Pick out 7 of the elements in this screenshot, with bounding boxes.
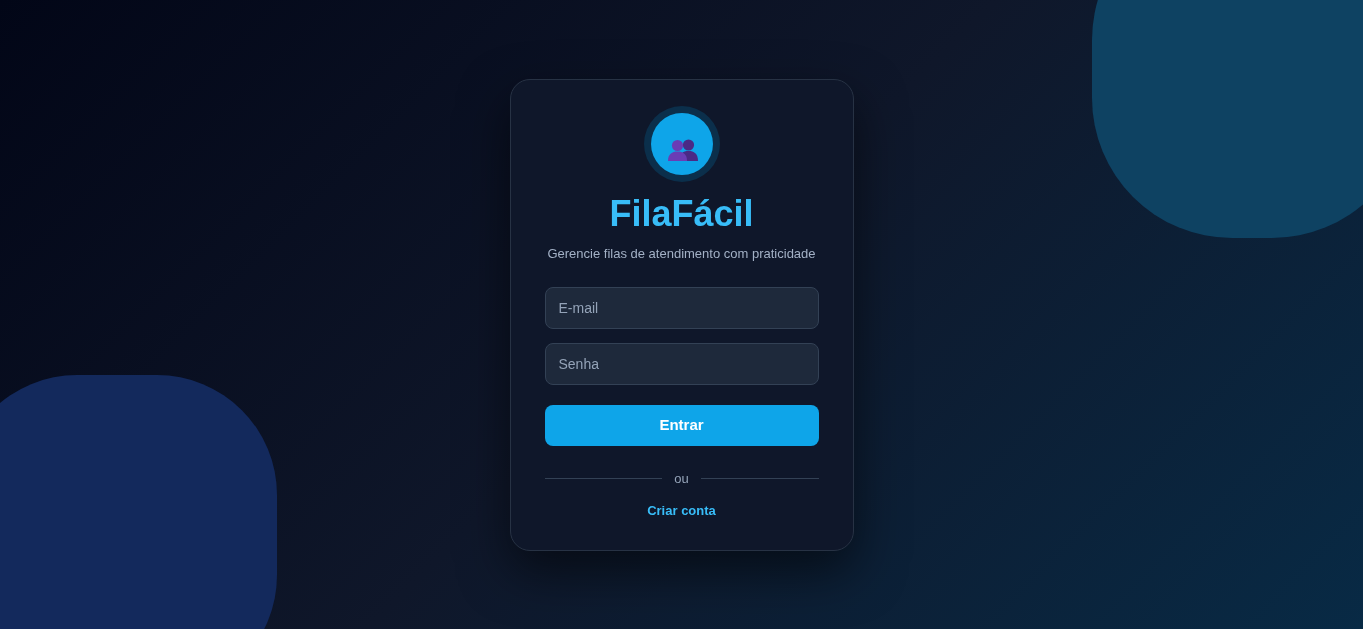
people-logo-icon [643,105,720,182]
divider-label: ou [674,469,689,488]
app-subtitle: Gerencie filas de atendimento com praticidade [547,244,816,263]
input-field[interactable]: Senha [544,342,819,385]
input-field[interactable]: E-mail [544,286,819,329]
app-title: FilaFácil [609,191,754,236]
create-account-link[interactable]: Criar conta [647,501,716,520]
